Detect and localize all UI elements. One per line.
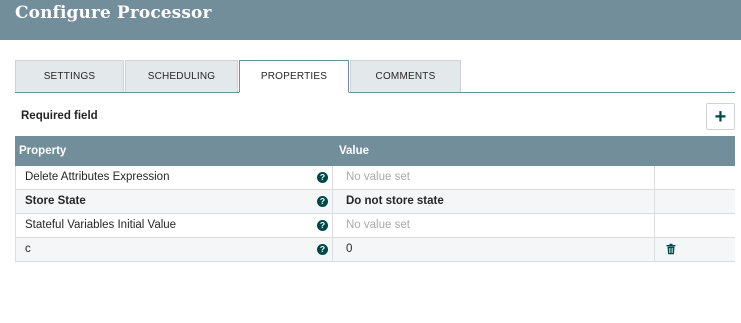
table-row[interactable]: Stateful Variables Initial Value ? No va… [15, 214, 735, 238]
property-name: Store State [25, 195, 86, 207]
required-field-label: Required field [21, 110, 98, 122]
table-header: Property Value [15, 136, 735, 166]
property-cell: Stateful Variables Initial Value ? [15, 214, 333, 237]
property-name: c [25, 243, 31, 255]
column-header-value[interactable]: Value [339, 145, 369, 157]
dialog-title: Configure Processor [15, 3, 212, 23]
actions-cell [655, 166, 735, 189]
table-row[interactable]: c ? 0 [15, 238, 735, 262]
column-header-property[interactable]: Property [19, 145, 66, 157]
value-cell[interactable]: No value set [333, 166, 655, 189]
table-left-border [15, 166, 16, 262]
property-value: No value set [346, 171, 410, 183]
tab-properties[interactable]: PROPERTIES [239, 60, 349, 93]
property-name: Delete Attributes Expression [25, 171, 170, 183]
property-cell: Delete Attributes Expression ? [15, 166, 333, 189]
properties-table: Property Value Delete Attributes Express… [15, 136, 735, 262]
question-circle-icon[interactable]: ? [317, 220, 328, 231]
property-value: No value set [346, 219, 410, 231]
actions-cell [655, 190, 735, 213]
value-cell[interactable]: Do not store state [333, 190, 655, 213]
property-value: Do not store state [346, 195, 444, 207]
value-cell[interactable]: No value set [333, 214, 655, 237]
question-circle-icon[interactable]: ? [317, 244, 328, 255]
tab-comments[interactable]: COMMENTS [350, 60, 461, 92]
trash-icon[interactable] [665, 243, 677, 255]
table-row[interactable]: Store State ? Do not store state [15, 190, 735, 214]
dialog-header: Configure Processor [0, 0, 741, 40]
add-property-button[interactable]: + [706, 103, 735, 130]
property-cell: c ? [15, 238, 333, 261]
tab-bar: SETTINGS SCHEDULING PROPERTIES COMMENTS [15, 60, 735, 93]
question-circle-icon[interactable]: ? [317, 196, 328, 207]
tab-scheduling[interactable]: SCHEDULING [125, 60, 238, 92]
tab-settings[interactable]: SETTINGS [15, 60, 124, 92]
value-cell[interactable]: 0 [333, 238, 655, 261]
property-name: Stateful Variables Initial Value [25, 219, 177, 231]
property-cell: Store State ? [15, 190, 333, 213]
property-value: 0 [346, 243, 353, 255]
question-circle-icon[interactable]: ? [317, 172, 328, 183]
actions-cell [655, 238, 735, 261]
actions-cell [655, 214, 735, 237]
table-row[interactable]: Delete Attributes Expression ? No value … [15, 166, 735, 190]
